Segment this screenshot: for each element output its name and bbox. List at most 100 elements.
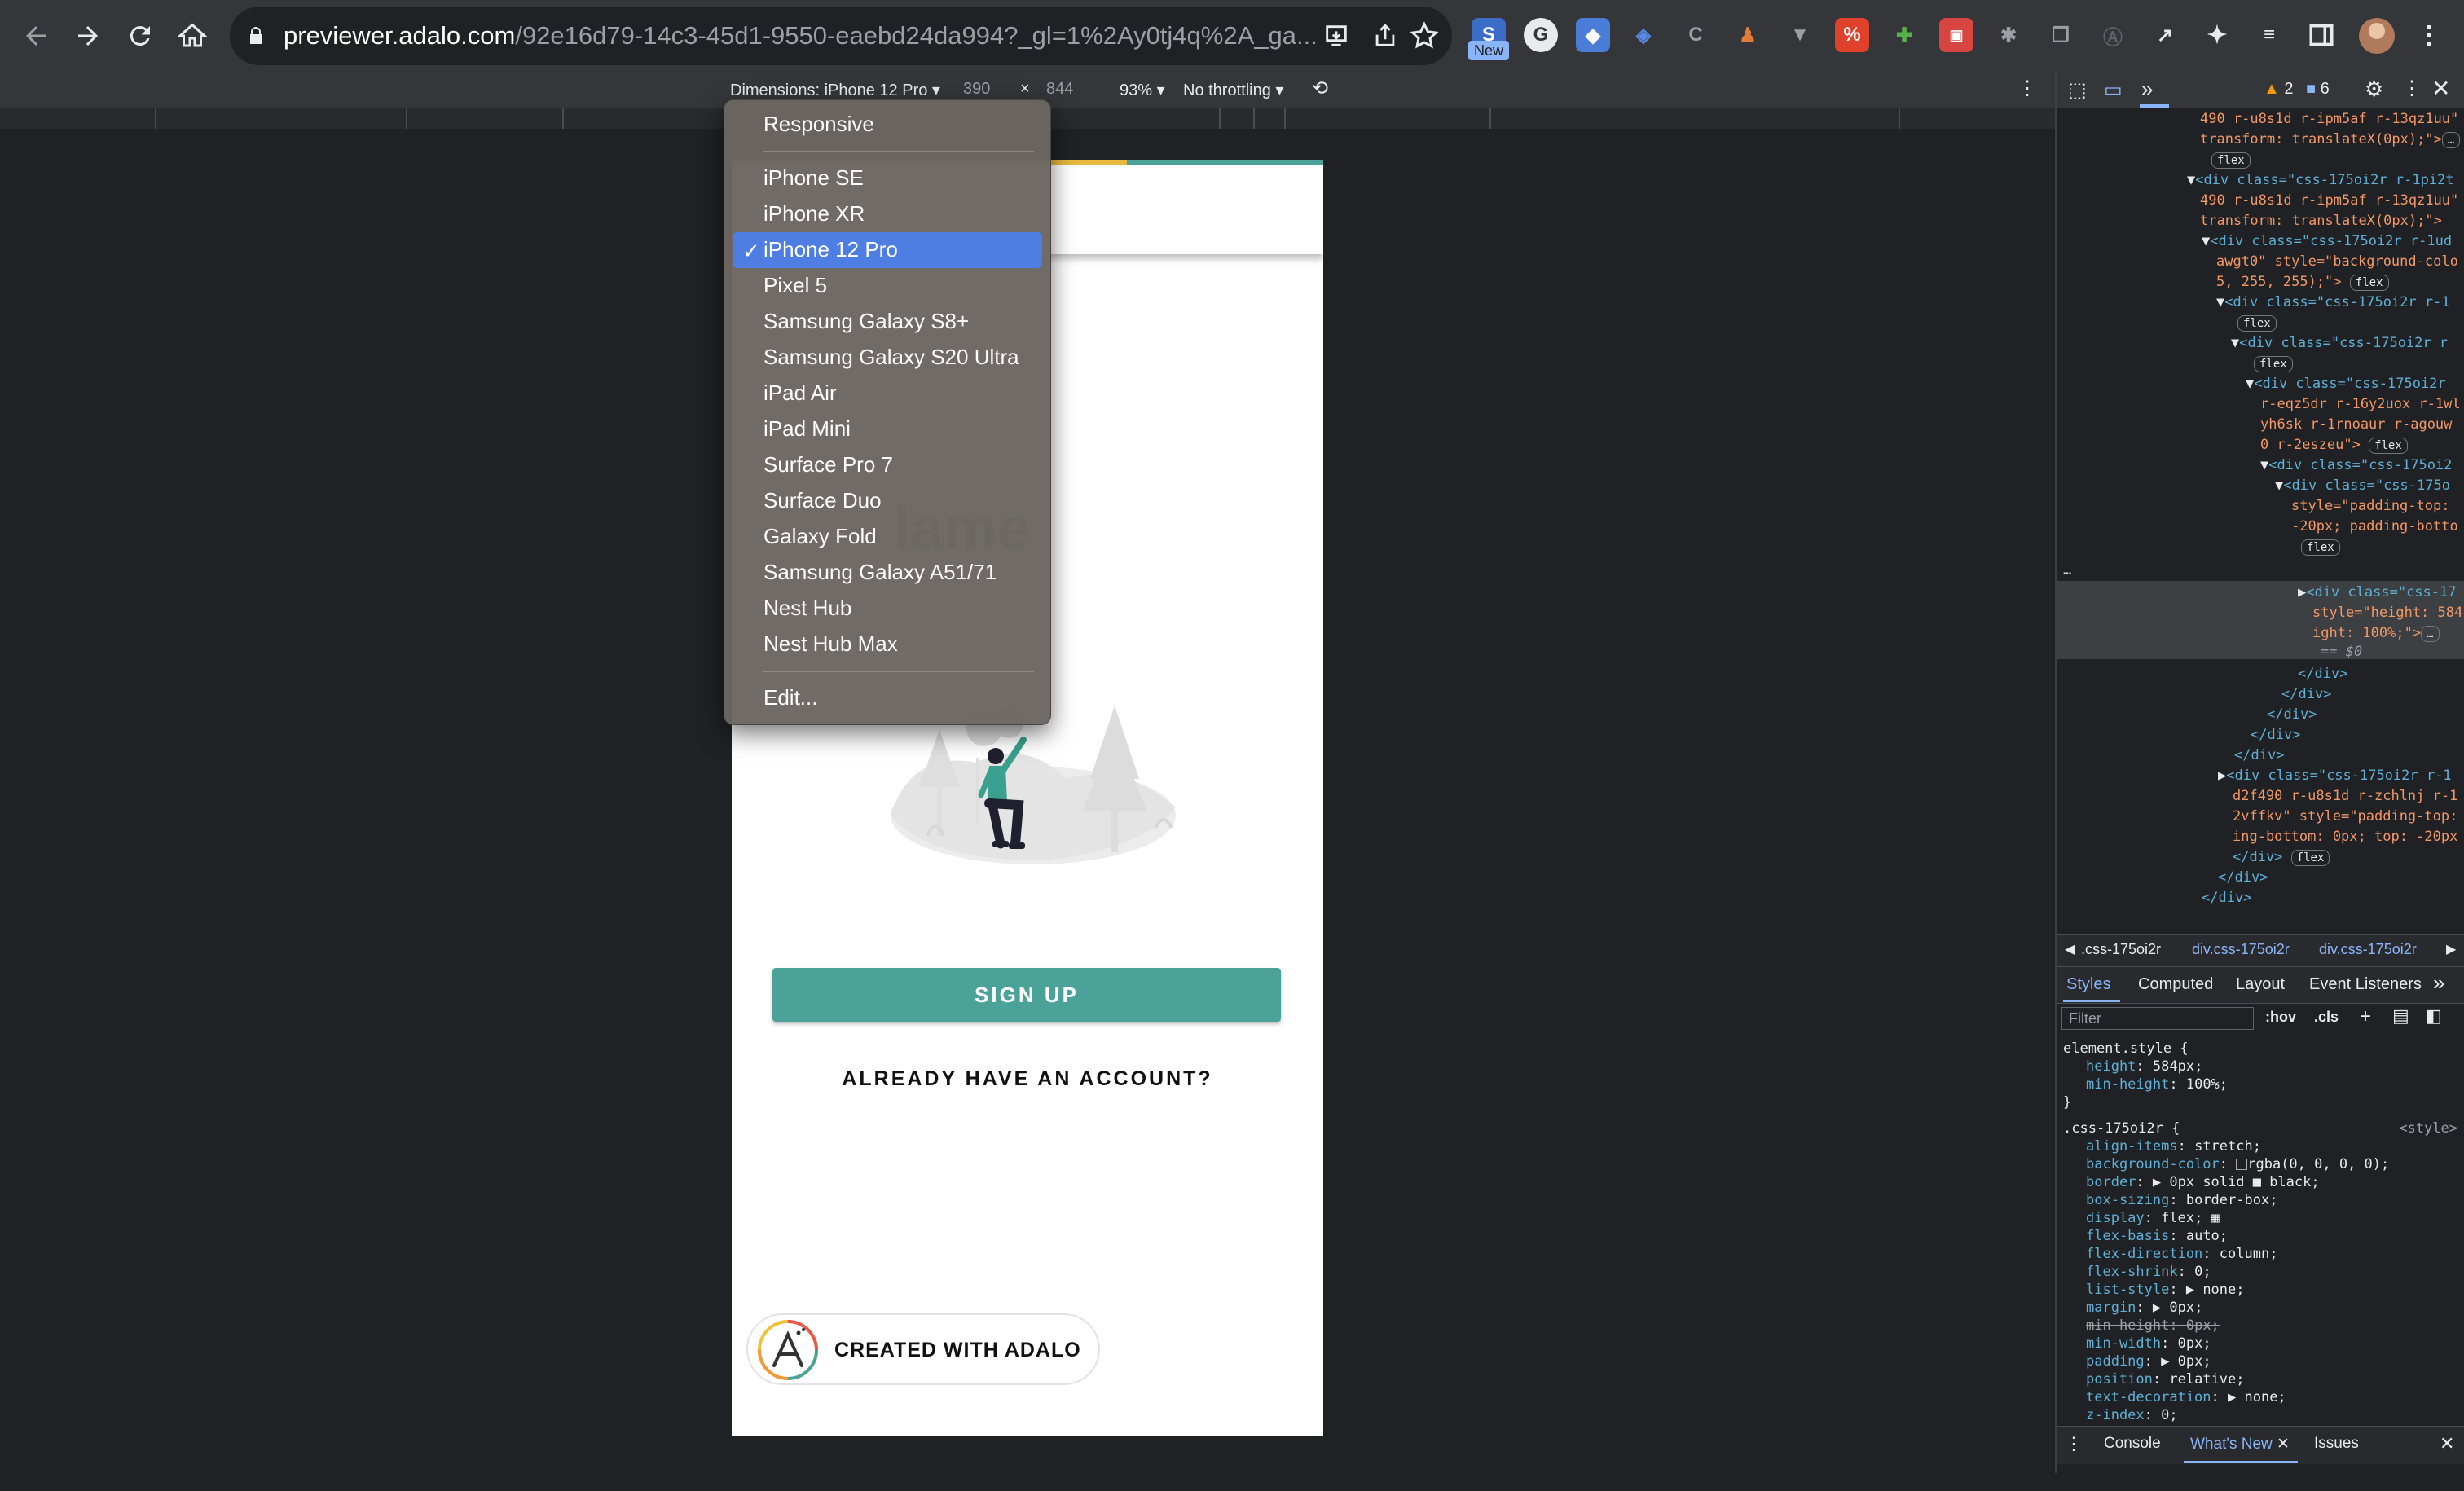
width-input[interactable]: 390 xyxy=(963,80,990,99)
menu-item-nest-hub[interactable]: Nest Hub xyxy=(763,596,851,621)
close-tab-icon[interactable]: ✕ xyxy=(2277,1436,2290,1453)
drawer-tab-whats-new[interactable]: What's New ✕ xyxy=(2190,1435,2290,1454)
breadcrumb-scroll-left-icon[interactable]: ◀ xyxy=(2065,941,2075,957)
reading-list-icon[interactable]: ≡ xyxy=(2252,18,2286,52)
breadcrumb-item[interactable]: div.css-175oi2r xyxy=(2319,941,2417,958)
menu-item-ipad-air[interactable]: iPad Air xyxy=(763,380,837,406)
css-prop-name[interactable]: padding xyxy=(2086,1353,2145,1370)
extension-icon[interactable]: ◆ xyxy=(1576,18,1610,52)
css-prop-name[interactable]: align-items xyxy=(2086,1138,2178,1155)
side-panel-icon[interactable] xyxy=(2304,18,2339,52)
menu-item-iphone-se[interactable]: iPhone SE xyxy=(763,165,864,191)
throttling-select[interactable]: No throttling ▾ xyxy=(1183,80,1283,100)
rule-source-link[interactable]: <style> xyxy=(2399,1119,2457,1137)
menu-item-edit[interactable]: Edit... xyxy=(763,685,817,710)
css-prop-name[interactable]: list-style xyxy=(2086,1282,2169,1298)
extension-icon[interactable]: G xyxy=(1524,18,1558,52)
settings-gear-icon[interactable]: ⚙ xyxy=(2365,77,2383,102)
css-prop-name[interactable]: min-height xyxy=(2086,1076,2169,1093)
menu-item-responsive[interactable]: Responsive xyxy=(763,112,874,137)
extension-icon[interactable]: Ⓐ xyxy=(2096,18,2130,52)
css-prop-name[interactable]: height xyxy=(2086,1058,2136,1075)
login-link[interactable]: ALREADY HAVE AN ACCOUNT? xyxy=(732,1067,1323,1091)
back-button[interactable] xyxy=(11,11,60,60)
css-prop-value[interactable]: ▶ 0px; xyxy=(2161,1353,2211,1370)
flex-badge[interactable]: flex xyxy=(2290,850,2330,866)
dom-tree[interactable]: 490 r-u8s1d r-ipm5af r-13qz1uu" transfor… xyxy=(2057,108,2464,934)
color-swatch[interactable] xyxy=(2236,1159,2248,1170)
extension-icon[interactable]: ✚ xyxy=(1887,18,1921,52)
extension-icon[interactable]: C xyxy=(1679,18,1713,52)
kebab-menu-icon[interactable]: ⋮ xyxy=(2412,18,2446,52)
breadcrumb-item[interactable]: .css-175oi2r xyxy=(2081,941,2161,958)
flex-badge[interactable]: flex xyxy=(2237,315,2277,332)
sidebar-toggle-icon[interactable]: ◧ xyxy=(2425,1005,2442,1027)
css-prop-name[interactable]: position xyxy=(2086,1371,2153,1388)
css-prop-name[interactable]: box-sizing xyxy=(2086,1192,2169,1208)
more-tabs-icon[interactable]: » xyxy=(2433,970,2444,996)
css-prop-value[interactable]: border-box; xyxy=(2186,1192,2278,1208)
css-prop-value[interactable]: 0px; xyxy=(2178,1335,2211,1352)
flex-badge[interactable]: flex xyxy=(2349,275,2389,291)
extension-icon[interactable]: ❐ xyxy=(2044,18,2078,52)
menu-item-nest-hub-max[interactable]: Nest Hub Max xyxy=(763,631,898,657)
css-prop-name[interactable]: min-height xyxy=(2086,1317,2169,1334)
flex-badge[interactable]: flex xyxy=(2254,356,2293,372)
zoom-select[interactable]: 93% ▾ xyxy=(1120,80,1165,100)
extension-icon[interactable]: ◈ xyxy=(1626,18,1661,52)
menu-item-galaxy-a51[interactable]: Samsung Galaxy A51/71 xyxy=(763,560,997,585)
extension-icon[interactable]: ↗ xyxy=(2148,18,2182,52)
tab-event-listeners[interactable]: Event Listeners xyxy=(2309,975,2422,994)
dimensions-select[interactable]: Dimensions: iPhone 12 Pro ▾ xyxy=(730,80,940,100)
hov-toggle[interactable]: :hov xyxy=(2265,1009,2296,1026)
css-prop-name[interactable]: flex-shrink xyxy=(2086,1264,2178,1280)
css-prop-value[interactable]: ▶ none; xyxy=(2228,1389,2286,1405)
css-prop-value[interactable]: rgba(0, 0, 0, 0); xyxy=(2247,1156,2389,1172)
created-with-adalo-badge[interactable]: CREATED WITH ADALO xyxy=(746,1313,1100,1385)
more-tabs-icon[interactable]: » xyxy=(2141,77,2153,102)
address-bar[interactable]: previewer.adalo.com/92e16d79-14c3-45d1-9… xyxy=(230,7,1452,65)
cls-toggle[interactable]: .cls xyxy=(2314,1009,2339,1026)
css-prop-name[interactable]: flex-direction xyxy=(2086,1246,2202,1262)
css-prop-value[interactable]: column; xyxy=(2220,1246,2278,1262)
flex-badge[interactable]: flex xyxy=(2211,152,2251,169)
menu-item-pixel-5[interactable]: Pixel 5 xyxy=(763,273,827,298)
extension-icon[interactable]: ✱ xyxy=(1991,18,2026,52)
menu-item-surface-duo[interactable]: Surface Duo xyxy=(763,488,882,513)
rotate-icon[interactable]: ⟲ xyxy=(1312,77,1328,100)
menu-item-galaxy-s8[interactable]: Samsung Galaxy S8+ xyxy=(763,309,969,334)
device-toggle-icon[interactable]: ▭ xyxy=(2104,78,2123,102)
share-icon[interactable] xyxy=(1369,20,1401,52)
styles-filter-input[interactable]: Filter xyxy=(2061,1007,2254,1030)
inspect-element-icon[interactable]: ⬚ xyxy=(2068,78,2087,102)
css-prop-name[interactable]: z-index xyxy=(2086,1407,2145,1423)
css-prop-value[interactable]: 0px; xyxy=(2186,1317,2220,1334)
drawer-tab-issues[interactable]: Issues xyxy=(2314,1435,2359,1453)
flex-badge[interactable]: flex xyxy=(2369,438,2408,454)
styles-pane[interactable]: element.style { height: 584px; min-heigh… xyxy=(2057,1035,2464,1491)
forward-button[interactable] xyxy=(64,11,112,60)
flex-badge[interactable]: flex xyxy=(2301,539,2340,556)
css-prop-value[interactable]: stretch; xyxy=(2194,1138,2261,1155)
css-prop-name[interactable]: text-decoration xyxy=(2086,1389,2211,1405)
messages-indicator[interactable]: ■ 6 xyxy=(2306,80,2330,99)
css-prop-value[interactable]: 100%; xyxy=(2186,1076,2228,1093)
menu-item-iphone-xr[interactable]: iPhone XR xyxy=(763,201,865,227)
extension-icon[interactable]: ▼ xyxy=(1783,18,1817,52)
ellipsis-pill[interactable]: … xyxy=(2421,626,2440,642)
breadcrumb-item[interactable]: div.css-175oi2r xyxy=(2192,941,2290,958)
devtools-menu-icon[interactable]: ⋮ xyxy=(2402,77,2422,100)
breadcrumb-scroll-right-icon[interactable]: ▶ xyxy=(2446,941,2456,957)
ellipsis-pill[interactable]: … xyxy=(2441,132,2461,148)
menu-item-galaxy-fold[interactable]: Galaxy Fold xyxy=(763,524,877,549)
paint-roller-icon[interactable]: ▤ xyxy=(2392,1005,2409,1027)
drawer-tab-console[interactable]: Console xyxy=(2104,1435,2161,1453)
menu-item-iphone-12-pro[interactable]: iPhone 12 Pro xyxy=(763,237,898,262)
menu-item-ipad-mini[interactable]: iPad Mini xyxy=(763,416,851,442)
css-prop-value[interactable]: 0; xyxy=(2194,1264,2211,1280)
css-prop-name[interactable]: background-color xyxy=(2086,1156,2220,1172)
drawer-menu-icon[interactable]: ⋮ xyxy=(2065,1433,2083,1454)
signup-button[interactable]: SIGN UP xyxy=(772,968,1281,1022)
extension-icon[interactable]: ▣ xyxy=(1939,18,1973,52)
menu-item-surface-pro-7[interactable]: Surface Pro 7 xyxy=(763,452,893,477)
